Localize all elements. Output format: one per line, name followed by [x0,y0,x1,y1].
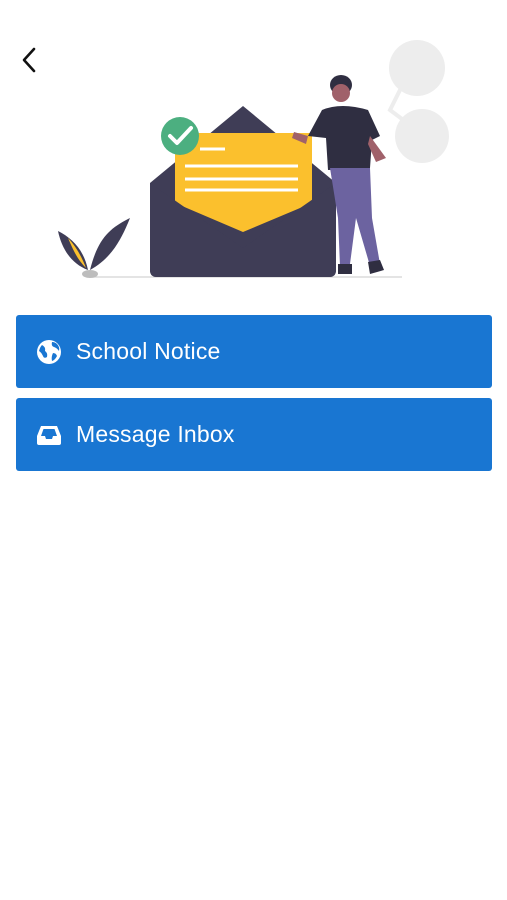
globe-icon [36,339,62,365]
message-inbox-label: Message Inbox [76,421,235,447]
inbox-icon [36,422,62,448]
school-notice-label: School Notice [76,338,221,364]
menu-list: School Notice Message Inbox [16,315,492,481]
check-icon [161,117,199,155]
plant-decoration [58,218,130,278]
message-inbox-button[interactable]: Message Inbox [16,398,492,471]
back-button[interactable] [10,40,48,80]
school-notice-button[interactable]: School Notice [16,315,492,388]
hero-illustration [58,40,449,278]
chevron-left-icon [22,47,36,73]
background-circles [387,40,449,163]
